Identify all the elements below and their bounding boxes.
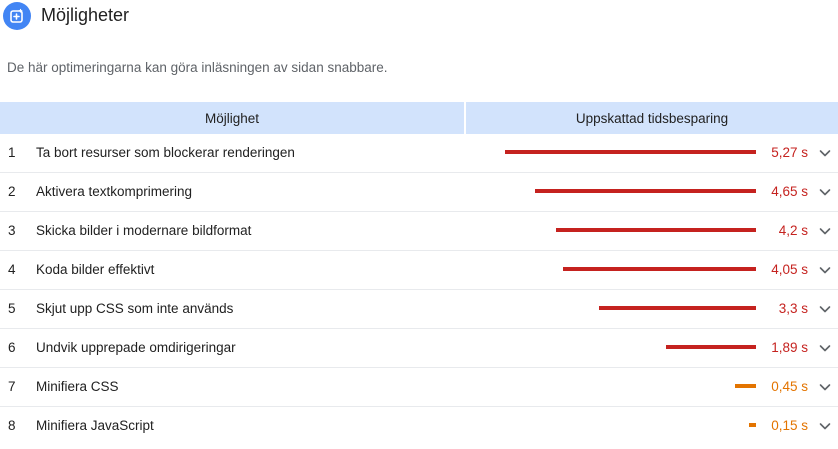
savings-bar bbox=[599, 306, 756, 310]
savings-value: 3,3 s bbox=[778, 301, 808, 316]
row-index: 6 bbox=[8, 340, 16, 355]
table-row[interactable]: 8 Minifiera JavaScript 0,15 s bbox=[0, 407, 838, 445]
savings-bar bbox=[735, 384, 756, 388]
row-title: Minifiera JavaScript bbox=[36, 418, 154, 433]
row-title: Undvik upprepade omdirigeringar bbox=[36, 340, 236, 355]
savings-value: 1,89 s bbox=[771, 340, 808, 355]
chevron-down-icon[interactable] bbox=[818, 419, 832, 433]
chevron-down-icon[interactable] bbox=[818, 341, 832, 355]
table-row[interactable]: 3 Skicka bilder i modernare bildformat 4,2… bbox=[0, 212, 838, 251]
row-title: Skicka bilder i modernare bildformat bbox=[36, 223, 252, 238]
table-row[interactable]: 5 Skjut upp CSS som inte används 3,3 s bbox=[0, 290, 838, 329]
row-title: Ta bort resurser som blockerar rendering… bbox=[36, 145, 295, 160]
savings-value: 4,65 s bbox=[771, 184, 808, 199]
table-row[interactable]: 2 Aktivera textkomprimering 4,65 s bbox=[0, 173, 838, 212]
savings-value: 0,45 s bbox=[771, 379, 808, 394]
chevron-down-icon[interactable] bbox=[818, 224, 832, 238]
row-title: Minifiera CSS bbox=[36, 379, 119, 394]
savings-bar bbox=[505, 150, 756, 154]
row-index: 7 bbox=[8, 379, 16, 394]
savings-bar bbox=[563, 267, 756, 271]
savings-bar bbox=[556, 228, 756, 232]
table-row[interactable]: 4 Koda bilder effektivt 4,05 s bbox=[0, 251, 838, 290]
row-title: Aktivera textkomprimering bbox=[36, 184, 193, 199]
section-description: De här optimeringarna kan göra inläsning… bbox=[7, 60, 388, 75]
opportunity-list: 1 Ta bort resurser som blockerar renderin… bbox=[0, 134, 838, 445]
speed-opportunity-icon bbox=[3, 2, 31, 30]
row-title: Koda bilder effektivt bbox=[36, 262, 155, 277]
savings-value: 4,2 s bbox=[778, 223, 808, 238]
chevron-down-icon[interactable] bbox=[818, 302, 832, 316]
column-header-opportunity: Möjlighet bbox=[0, 102, 464, 134]
savings-bar bbox=[666, 345, 756, 349]
savings-value: 5,27 s bbox=[771, 145, 808, 160]
savings-value: 4,05 s bbox=[771, 262, 808, 277]
opportunities-header: Möjligheter bbox=[0, 0, 838, 34]
table-row[interactable]: 7 Minifiera CSS 0,45 s bbox=[0, 368, 838, 407]
table-row[interactable]: 1 Ta bort resurser som blockerar renderin… bbox=[0, 134, 838, 173]
chevron-down-icon[interactable] bbox=[818, 146, 832, 160]
row-index: 4 bbox=[8, 262, 16, 277]
table-row[interactable]: 6 Undvik upprepade omdirigeringar 1,89 s bbox=[0, 329, 838, 368]
savings-value: 0,15 s bbox=[771, 418, 808, 433]
row-index: 2 bbox=[8, 184, 16, 199]
table-header: Möjlighet Uppskattad tidsbesparing bbox=[0, 102, 838, 134]
page-title: Möjligheter bbox=[41, 5, 130, 25]
chevron-down-icon[interactable] bbox=[818, 380, 832, 394]
row-index: 8 bbox=[8, 418, 16, 433]
column-header-savings: Uppskattad tidsbesparing bbox=[466, 102, 838, 134]
row-index: 1 bbox=[8, 145, 16, 160]
savings-bar bbox=[749, 423, 756, 427]
chevron-down-icon[interactable] bbox=[818, 263, 832, 277]
savings-bar bbox=[535, 189, 756, 193]
chevron-down-icon[interactable] bbox=[818, 185, 832, 199]
row-title: Skjut upp CSS som inte används bbox=[36, 301, 234, 316]
row-index: 3 bbox=[8, 223, 16, 238]
row-index: 5 bbox=[8, 301, 16, 316]
